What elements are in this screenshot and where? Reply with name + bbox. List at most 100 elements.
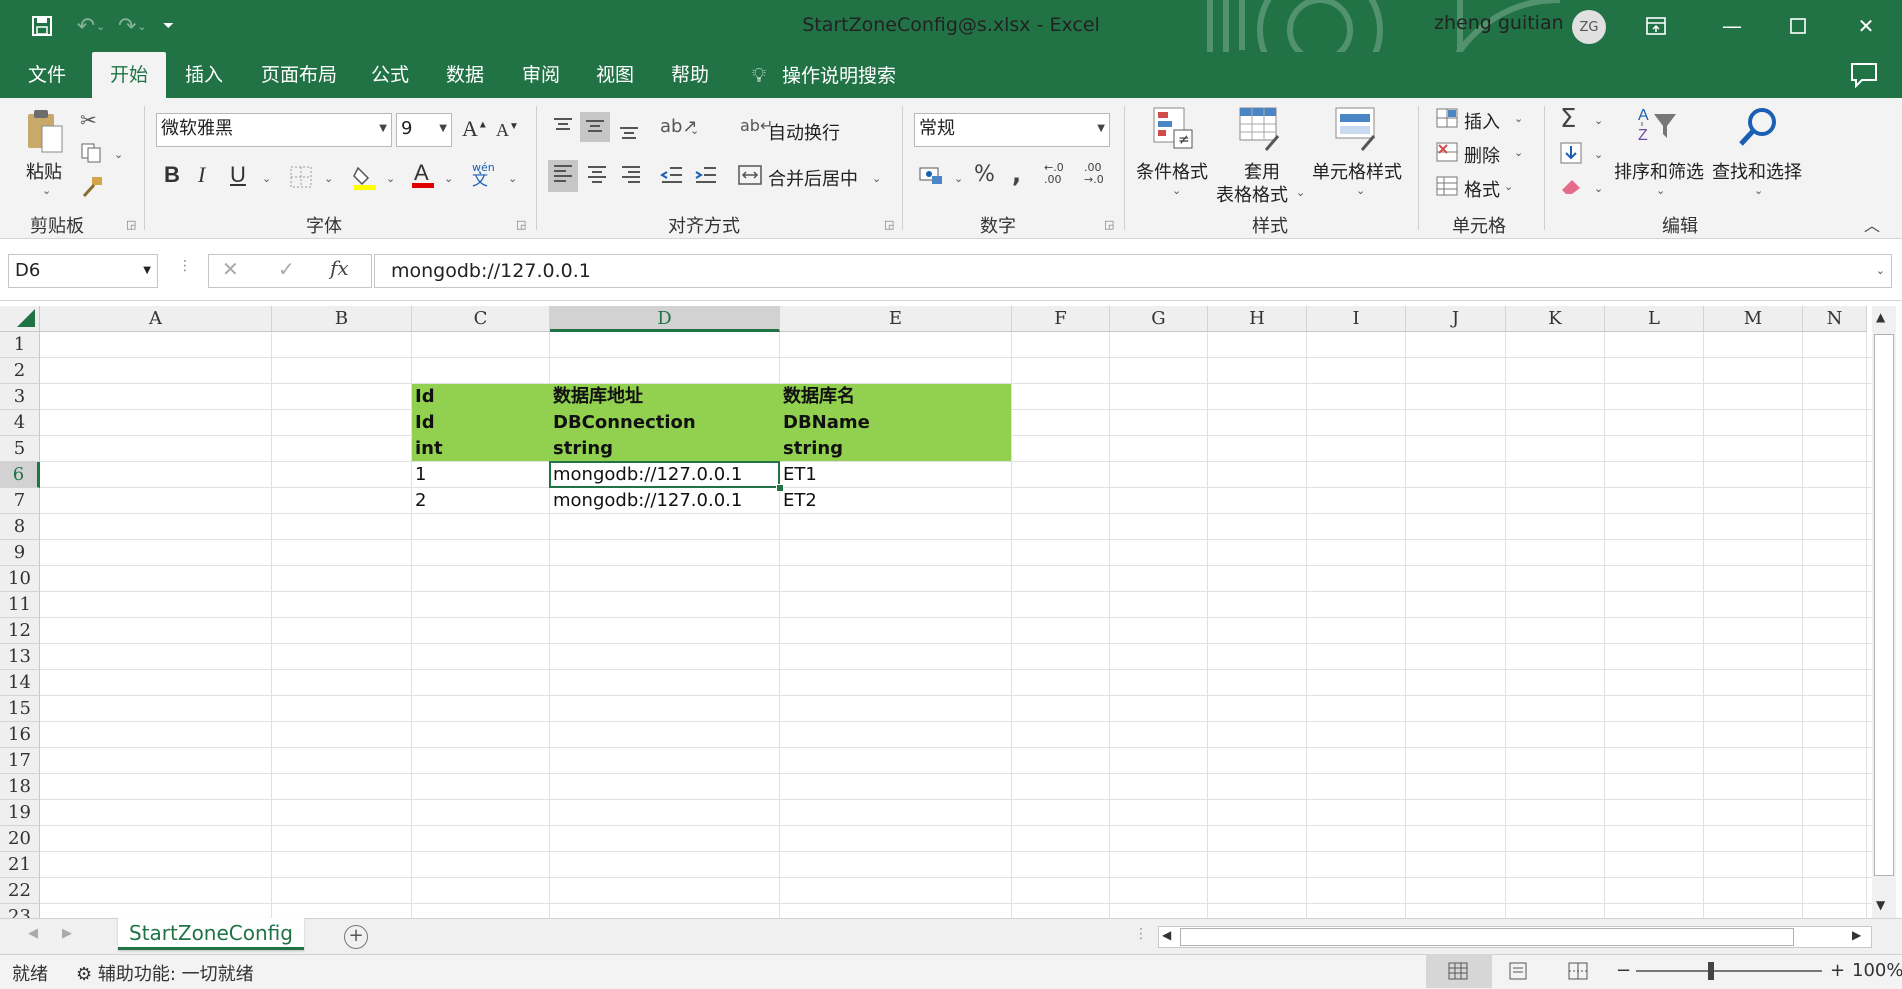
cell-styles-icon[interactable]	[1334, 106, 1378, 156]
font-name-dropdown-icon[interactable]: ▼	[379, 114, 387, 144]
vertical-scrollbar[interactable]: ▲ ▼	[1872, 306, 1896, 918]
decrease-decimal-icon[interactable]: .00 →.0	[1084, 162, 1104, 186]
minimize-icon[interactable]: —	[1704, 0, 1760, 52]
conditional-formatting-button[interactable]: 条件格式	[1136, 158, 1208, 184]
column-header-a[interactable]: A	[40, 306, 272, 332]
zoom-out-icon[interactable]: −	[1616, 960, 1631, 981]
enter-entry-icon[interactable]: ✓	[278, 257, 295, 281]
font-color-icon[interactable]: A	[410, 160, 436, 194]
select-all-button[interactable]	[0, 306, 40, 332]
row-header-2[interactable]: 2	[0, 358, 40, 384]
alignment-launcher-icon[interactable]: ◲	[884, 218, 894, 231]
column-header-n[interactable]: N	[1803, 306, 1867, 332]
column-header-d[interactable]: D	[550, 306, 780, 332]
delete-cells-button[interactable]: 删除	[1464, 142, 1500, 168]
increase-decimal-icon[interactable]: ←.0.00	[1044, 162, 1064, 186]
next-sheet-icon[interactable]: ▶	[62, 926, 72, 941]
delete-cells-icon[interactable]	[1436, 142, 1458, 166]
tab-data[interactable]: 数据	[446, 52, 484, 98]
cell-e6[interactable]: ET1	[783, 462, 817, 488]
accessibility-status[interactable]: ⚙︎ 辅助功能: 一切就绪	[76, 960, 254, 986]
sheet-tab-startzoneconfig[interactable]: StartZoneConfig	[118, 918, 304, 950]
scroll-right-icon[interactable]: ▶	[1852, 928, 1861, 942]
page-layout-view-icon[interactable]	[1508, 962, 1528, 980]
tell-me-search[interactable]: 💡︎ 操作说明搜索	[752, 52, 896, 98]
expand-formula-bar-icon[interactable]: ⌄	[1876, 255, 1885, 287]
row-header-18[interactable]: 18	[0, 774, 40, 800]
horizontal-scroll-thumb[interactable]	[1180, 928, 1794, 946]
row-header-3[interactable]: 3	[0, 384, 40, 410]
cut-icon[interactable]: ✂	[80, 108, 97, 132]
clipboard-launcher-icon[interactable]: ◲	[126, 218, 136, 231]
phonetic-dropdown-icon[interactable]: ⌄	[508, 172, 517, 185]
merge-dropdown-icon[interactable]: ⌄	[872, 172, 881, 185]
fill-icon[interactable]	[1560, 142, 1582, 168]
borders-dropdown-icon[interactable]: ⌄	[324, 172, 333, 185]
cell-e3[interactable]: 数据库名	[783, 384, 855, 410]
font-size-dropdown-icon[interactable]: ▼	[439, 114, 447, 144]
cell-c4[interactable]: Id	[415, 410, 435, 436]
font-launcher-icon[interactable]: ◲	[516, 218, 526, 231]
row-header-11[interactable]: 11	[0, 592, 40, 618]
increase-indent-icon[interactable]	[694, 164, 718, 190]
number-format-combo[interactable]: 常规 ▼	[914, 113, 1110, 147]
page-break-view-icon[interactable]	[1568, 962, 1588, 980]
column-header-g[interactable]: G	[1110, 306, 1208, 332]
column-header-c[interactable]: C	[412, 306, 550, 332]
sort-filter-button[interactable]: 排序和筛选	[1614, 158, 1704, 184]
cell-c7[interactable]: 2	[415, 488, 426, 514]
cell-d5[interactable]: string	[553, 436, 613, 462]
row-header-14[interactable]: 14	[0, 670, 40, 696]
column-header-b[interactable]: B	[272, 306, 412, 332]
conditional-formatting-icon[interactable]: ≠	[1152, 106, 1196, 156]
copy-icon[interactable]	[80, 142, 102, 168]
align-left-icon[interactable]	[548, 160, 578, 192]
fill-handle[interactable]	[776, 484, 784, 492]
tab-split-grip-icon[interactable]: ⋮	[1134, 926, 1148, 942]
decrease-font-size-icon[interactable]: A▼	[496, 120, 519, 141]
align-middle-icon[interactable]	[580, 112, 610, 142]
align-right-icon[interactable]	[620, 164, 642, 190]
row-header-16[interactable]: 16	[0, 722, 40, 748]
borders-icon[interactable]	[290, 166, 312, 192]
clear-icon[interactable]	[1560, 176, 1584, 200]
cell-c5[interactable]: int	[415, 436, 443, 462]
insert-function-icon[interactable]: fx	[330, 256, 349, 280]
font-size-combo[interactable]: 9 ▼	[396, 113, 452, 147]
italic-icon[interactable]: I	[198, 162, 205, 188]
format-as-table-button[interactable]: 表格格式	[1216, 181, 1288, 207]
row-header-20[interactable]: 20	[0, 826, 40, 852]
vertical-scroll-thumb[interactable]	[1874, 334, 1894, 876]
zoom-slider[interactable]	[1636, 970, 1822, 972]
column-header-i[interactable]: I	[1307, 306, 1406, 332]
cell-styles-button[interactable]: 单元格样式	[1312, 158, 1402, 184]
row-header-4[interactable]: 4	[0, 410, 40, 436]
sort-filter-dropdown-icon[interactable]: ⌄	[1656, 184, 1665, 197]
column-header-l[interactable]: L	[1605, 306, 1704, 332]
row-header-6[interactable]: 6	[0, 462, 40, 488]
scroll-down-icon[interactable]: ▼	[1876, 898, 1885, 912]
column-header-e[interactable]: E	[780, 306, 1012, 332]
normal-view-button[interactable]	[1426, 954, 1492, 988]
insert-cells-button[interactable]: 插入	[1464, 108, 1500, 134]
find-select-icon[interactable]	[1736, 106, 1780, 156]
tab-file[interactable]: 文件	[28, 52, 70, 98]
find-select-button[interactable]: 查找和选择	[1712, 158, 1802, 184]
column-header-h[interactable]: H	[1208, 306, 1307, 332]
merge-center-icon[interactable]	[738, 164, 762, 190]
cell-e7[interactable]: ET2	[783, 488, 817, 514]
row-header-19[interactable]: 19	[0, 800, 40, 826]
paste-button[interactable]: 粘贴	[26, 158, 62, 184]
close-icon[interactable]: ✕	[1838, 0, 1894, 52]
row-header-9[interactable]: 9	[0, 540, 40, 566]
phonetic-guide-icon[interactable]: wén 文	[472, 162, 495, 188]
new-sheet-button[interactable]: +	[344, 925, 368, 949]
row-header-1[interactable]: 1	[0, 332, 40, 358]
row-header-15[interactable]: 15	[0, 696, 40, 722]
cell-e5[interactable]: string	[783, 436, 843, 462]
tab-home[interactable]: 开始	[92, 52, 166, 98]
conditional-dropdown-icon[interactable]: ⌄	[1172, 184, 1181, 197]
scroll-left-icon[interactable]: ◀	[1162, 928, 1171, 942]
prev-sheet-icon[interactable]: ◀	[28, 926, 38, 941]
font-name-combo[interactable]: 微软雅黑 ▼	[156, 113, 392, 147]
